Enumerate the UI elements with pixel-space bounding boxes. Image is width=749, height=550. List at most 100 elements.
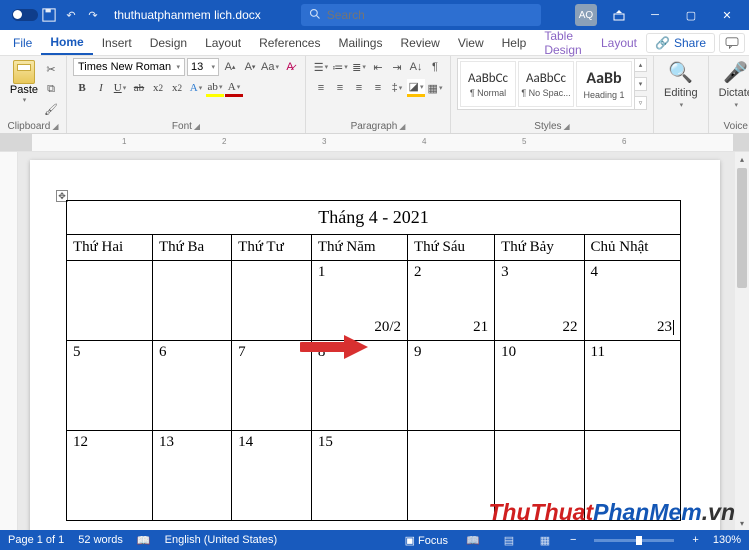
underline-button[interactable]: U▾ bbox=[111, 79, 129, 97]
tab-table-design[interactable]: Table Design bbox=[535, 30, 592, 55]
tab-view[interactable]: View bbox=[449, 30, 493, 55]
decrease-indent-button[interactable]: ⇤ bbox=[369, 58, 387, 76]
web-layout-button[interactable]: ▦ bbox=[534, 532, 556, 548]
grow-font-button[interactable]: A▴ bbox=[221, 58, 239, 76]
cell[interactable]: 6 bbox=[152, 341, 231, 431]
header-wed[interactable]: Thứ Tư bbox=[232, 235, 312, 261]
cell[interactable]: 13 bbox=[152, 431, 231, 521]
scroll-down-icon[interactable]: ▾ bbox=[735, 516, 749, 530]
tab-insert[interactable]: Insert bbox=[93, 30, 141, 55]
zoom-slider[interactable] bbox=[594, 539, 674, 542]
comments-button[interactable] bbox=[719, 33, 745, 53]
font-color-button[interactable]: A▾ bbox=[225, 79, 243, 97]
tab-table-layout[interactable]: Layout bbox=[592, 30, 646, 55]
cell[interactable] bbox=[408, 431, 495, 521]
cell[interactable] bbox=[67, 261, 153, 341]
tab-design[interactable]: Design bbox=[141, 30, 196, 55]
cell[interactable]: 423 bbox=[584, 261, 681, 341]
multilevel-button[interactable]: ≣▾ bbox=[350, 58, 368, 76]
style-heading1[interactable]: AaBbHeading 1 bbox=[576, 61, 632, 107]
vertical-scrollbar[interactable]: ▴ ▾ bbox=[735, 152, 749, 530]
shrink-font-button[interactable]: A▾ bbox=[241, 58, 259, 76]
align-left-button[interactable]: ≡ bbox=[312, 79, 330, 97]
user-avatar[interactable]: AQ bbox=[575, 4, 597, 26]
vertical-ruler[interactable] bbox=[0, 152, 18, 530]
dictate-button[interactable]: 🎤 Dictate ▾ bbox=[715, 58, 749, 111]
horizontal-ruler[interactable]: 1 2 3 4 5 6 bbox=[0, 134, 749, 152]
launcher-icon[interactable]: ◢ bbox=[399, 122, 405, 131]
header-sat[interactable]: Thứ Bảy bbox=[495, 235, 584, 261]
editing-button[interactable]: 🔍 Editing ▾ bbox=[660, 58, 702, 111]
search-input[interactable] bbox=[327, 8, 533, 22]
tab-mailings[interactable]: Mailings bbox=[329, 30, 391, 55]
cell[interactable]: 322 bbox=[495, 261, 584, 341]
cell[interactable]: 11 bbox=[584, 341, 681, 431]
justify-button[interactable]: ≡ bbox=[369, 79, 387, 97]
tab-layout[interactable]: Layout bbox=[196, 30, 250, 55]
font-size-select[interactable]: 13▾ bbox=[187, 58, 219, 76]
shading-button[interactable]: ◪▾ bbox=[407, 79, 425, 97]
maximize-button[interactable]: ▢ bbox=[673, 0, 709, 30]
cut-button[interactable]: ✂ bbox=[42, 60, 60, 78]
italic-button[interactable]: I bbox=[92, 79, 110, 97]
read-mode-button[interactable]: 📖 bbox=[462, 532, 484, 548]
focus-button[interactable]: ▣ Focus bbox=[405, 534, 448, 547]
autosave-toggle[interactable] bbox=[12, 9, 38, 21]
scroll-up-icon[interactable]: ▴ bbox=[735, 152, 749, 166]
cell[interactable] bbox=[152, 261, 231, 341]
styles-gallery[interactable]: AaBbCc¶ Normal AaBbCc¶ No Spac... AaBbHe… bbox=[457, 58, 635, 110]
show-marks-button[interactable]: ¶ bbox=[426, 58, 444, 76]
paste-button[interactable]: Paste ▾ bbox=[6, 58, 42, 118]
calendar-title[interactable]: Tháng 4 - 2021 bbox=[67, 201, 681, 235]
increase-indent-button[interactable]: ⇥ bbox=[388, 58, 406, 76]
cell[interactable]: 221 bbox=[408, 261, 495, 341]
print-layout-button[interactable]: ▤ bbox=[498, 532, 520, 548]
tab-home[interactable]: Home bbox=[41, 30, 92, 55]
cell[interactable]: 12 bbox=[67, 431, 153, 521]
save-icon[interactable] bbox=[38, 4, 60, 26]
bullets-button[interactable]: ☰▾ bbox=[312, 58, 330, 76]
cell[interactable]: 120/2 bbox=[311, 261, 407, 341]
cell[interactable]: 15 bbox=[311, 431, 407, 521]
cell[interactable]: 5 bbox=[67, 341, 153, 431]
header-sun[interactable]: Chủ Nhật bbox=[584, 235, 681, 261]
tab-file[interactable]: File bbox=[4, 30, 41, 55]
tab-review[interactable]: Review bbox=[391, 30, 448, 55]
redo-icon[interactable]: ↷ bbox=[82, 4, 104, 26]
format-painter-button[interactable]: 🖌 bbox=[42, 100, 60, 118]
search-box[interactable] bbox=[301, 4, 541, 26]
header-tue[interactable]: Thứ Ba bbox=[152, 235, 231, 261]
ribbon-options-icon[interactable] bbox=[601, 0, 637, 30]
undo-icon[interactable]: ↶ bbox=[60, 4, 82, 26]
launcher-icon[interactable]: ◢ bbox=[194, 122, 200, 131]
sort-button[interactable]: A↓ bbox=[407, 58, 425, 76]
text-effects-button[interactable]: A▾ bbox=[187, 79, 205, 97]
copy-button[interactable]: ⧉ bbox=[42, 80, 60, 98]
borders-button[interactable]: ▦▾ bbox=[426, 79, 444, 97]
spellcheck-icon[interactable]: 📖 bbox=[137, 534, 151, 547]
zoom-in-button[interactable]: + bbox=[692, 534, 698, 546]
zoom-out-button[interactable]: − bbox=[570, 534, 576, 546]
style-no-spacing[interactable]: AaBbCc¶ No Spac... bbox=[518, 61, 574, 107]
highlight-button[interactable]: ab▾ bbox=[206, 79, 224, 97]
tab-help[interactable]: Help bbox=[493, 30, 536, 55]
font-name-select[interactable]: Times New Roman▾ bbox=[73, 58, 185, 76]
page-indicator[interactable]: Page 1 of 1 bbox=[8, 534, 64, 546]
align-right-button[interactable]: ≡ bbox=[350, 79, 368, 97]
share-button[interactable]: 🔗 Share bbox=[646, 33, 715, 53]
zoom-level[interactable]: 130% bbox=[713, 534, 741, 546]
launcher-icon[interactable]: ◢ bbox=[564, 122, 570, 131]
cell[interactable] bbox=[495, 431, 584, 521]
subscript-button[interactable]: x2 bbox=[149, 79, 167, 97]
cell[interactable]: 10 bbox=[495, 341, 584, 431]
styles-scroll[interactable]: ▴▾▿ bbox=[635, 58, 647, 110]
header-mon[interactable]: Thứ Hai bbox=[67, 235, 153, 261]
strike-button[interactable]: ab bbox=[130, 79, 148, 97]
numbering-button[interactable]: ≔▾ bbox=[331, 58, 349, 76]
calendar-table[interactable]: Tháng 4 - 2021 Thứ Hai Thứ Ba Thứ Tư Thứ… bbox=[66, 200, 681, 521]
launcher-icon[interactable]: ◢ bbox=[52, 122, 58, 131]
cell[interactable]: 9 bbox=[408, 341, 495, 431]
cell[interactable] bbox=[232, 261, 312, 341]
language-indicator[interactable]: English (United States) bbox=[165, 534, 278, 546]
style-normal[interactable]: AaBbCc¶ Normal bbox=[460, 61, 516, 107]
